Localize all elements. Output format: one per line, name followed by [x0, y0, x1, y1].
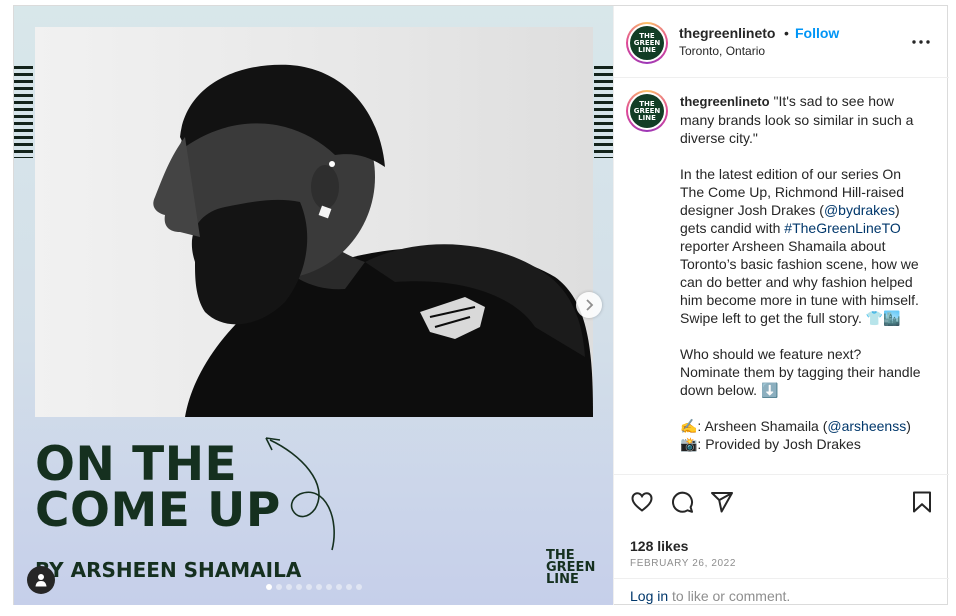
caption-text-segment: ✍️: Arsheen Shamaila ( — [680, 418, 828, 434]
portrait-photo — [35, 27, 593, 417]
carousel-dot — [306, 584, 312, 590]
brand-logo: THE GREEN LINE — [546, 549, 595, 587]
instagram-post: ON THE COME UP BY ARSHEEN SHAMAILA THE G… — [13, 5, 949, 605]
headline-line-2: COME UP — [35, 483, 281, 538]
post-date[interactable]: FEBRUARY 26, 2022 — [630, 558, 736, 569]
headline: ON THE COME UP — [35, 437, 281, 538]
carousel-dot — [346, 584, 352, 590]
post-media[interactable]: ON THE COME UP BY ARSHEEN SHAMAILA THE G… — [14, 6, 613, 605]
carousel-dot — [326, 584, 332, 590]
bookmark-icon[interactable] — [910, 490, 934, 514]
caption-paragraph-2: In the latest edition of our series On T… — [680, 165, 924, 327]
carousel-next-button[interactable] — [576, 292, 602, 318]
action-bar: 128 likes FEBRUARY 26, 2022 Log in to li… — [614, 474, 949, 604]
stripe-decoration-left — [14, 66, 33, 158]
share-icon[interactable] — [710, 490, 734, 514]
follow-button[interactable]: Follow — [795, 25, 839, 41]
caption-avatar[interactable]: THE GREEN LINE — [626, 90, 668, 132]
post-header: THE GREEN LINE thegreenlineto • Follow T… — [614, 6, 949, 78]
carousel-dot — [286, 584, 292, 590]
carousel-dot — [316, 584, 322, 590]
avatar-text-3: LINE — [638, 45, 656, 54]
headline-line-1: ON THE — [35, 437, 238, 492]
carousel-dot — [356, 584, 362, 590]
caption-paragraph-1: thegreenlineto "It's sad to see how many… — [680, 92, 924, 147]
mention-link-arsheenss[interactable]: @arsheenss — [827, 418, 906, 434]
caption-paragraph-3: Who should we feature next? Nominate the… — [680, 346, 921, 398]
post-location[interactable]: Toronto, Ontario — [679, 44, 765, 58]
byline: BY ARSHEEN SHAMAILA — [35, 558, 302, 582]
carousel-dot — [336, 584, 342, 590]
author-username[interactable]: thegreenlineto — [679, 25, 775, 41]
mention-link-bydrakes[interactable]: @bydrakes — [824, 202, 895, 218]
caption-username[interactable]: thegreenlineto — [680, 94, 770, 109]
carousel-dot — [276, 584, 282, 590]
login-prompt: Log in to like or comment. — [614, 578, 949, 606]
brand-logo-line-3: LINE — [546, 572, 579, 587]
comment-icon[interactable] — [670, 490, 694, 514]
caption-credit-2: 📸: Provided by Josh Drakes — [680, 436, 861, 452]
separator-dot: • — [784, 25, 789, 41]
person-icon — [35, 574, 47, 587]
tagged-users-button[interactable] — [27, 566, 55, 594]
login-link[interactable]: Log in — [630, 588, 668, 604]
caption-text: thegreenlineto "It's sad to see how many… — [680, 92, 924, 453]
caption-text-segment: ) — [906, 418, 911, 434]
stripe-decoration-right — [594, 66, 613, 158]
carousel-dot — [266, 584, 272, 590]
hashtag-link[interactable]: #TheGreenLineTO — [784, 220, 900, 236]
caption-area: THE GREEN LINE thegreenlineto "It's sad … — [614, 78, 949, 474]
post-details-panel: THE GREEN LINE thegreenlineto • Follow T… — [613, 6, 949, 605]
caption-credit-1: ✍️: Arsheen Shamaila (@arsheenss) — [680, 417, 924, 435]
author-avatar[interactable]: THE GREEN LINE — [626, 22, 668, 64]
login-prompt-text: to like or comment. — [668, 588, 791, 604]
carousel-dot — [296, 584, 302, 590]
chevron-right-icon — [586, 299, 594, 311]
more-options-icon[interactable] — [911, 32, 931, 52]
caption-text-segment: reporter Arsheen Shamaila about Toronto’… — [680, 238, 919, 326]
likes-count[interactable]: 128 likes — [630, 538, 688, 554]
heart-icon[interactable] — [630, 490, 654, 514]
carousel-indicator — [266, 584, 362, 590]
avatar-text-3: LINE — [638, 113, 656, 122]
